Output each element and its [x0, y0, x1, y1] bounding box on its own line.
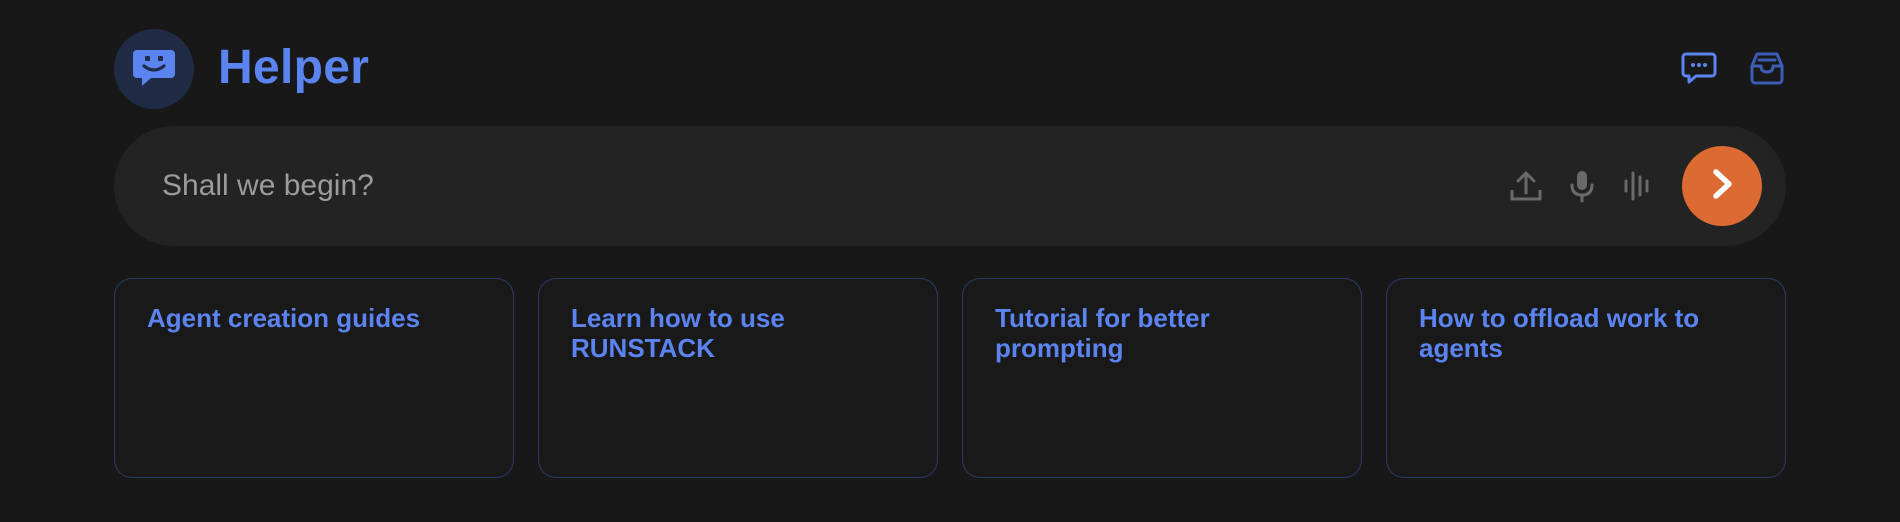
upload-icon[interactable] [1506, 166, 1546, 206]
suggestion-card[interactable]: How to offload work to agents [1386, 278, 1786, 478]
send-button[interactable] [1682, 146, 1762, 226]
avatar [114, 29, 194, 109]
suggestion-cards: Agent creation guides Learn how to use R… [114, 278, 1786, 478]
microphone-icon[interactable] [1562, 166, 1602, 206]
suggestion-label: How to offload work to agents [1419, 303, 1700, 363]
waveform-icon[interactable] [1618, 166, 1658, 206]
chevron-right-icon [1704, 166, 1740, 207]
suggestion-label: Tutorial for better prompting [995, 303, 1210, 363]
prompt-input[interactable] [162, 156, 1162, 216]
suggestion-card[interactable]: Learn how to use RUNSTACK [538, 278, 938, 478]
suggestion-label: Agent creation guides [147, 303, 421, 333]
chat-bot-icon [131, 44, 177, 95]
suggestion-label: Learn how to use RUNSTACK [571, 303, 785, 363]
prompt-tools [1506, 146, 1762, 226]
header-actions [1680, 49, 1786, 87]
inbox-icon[interactable] [1748, 49, 1786, 87]
app-title: Helper [218, 41, 370, 94]
chat-icon[interactable] [1680, 49, 1718, 87]
suggestion-card[interactable]: Tutorial for better prompting [962, 278, 1362, 478]
prompt-bar [114, 126, 1786, 246]
suggestion-card[interactable]: Agent creation guides [114, 278, 514, 478]
header: Helper [114, 29, 1786, 111]
